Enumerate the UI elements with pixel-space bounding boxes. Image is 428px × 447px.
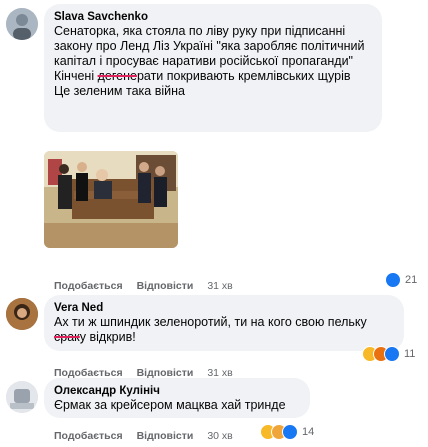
comment-author[interactable]: Олександр Кулініч	[54, 384, 300, 398]
censored-word: дегене	[97, 69, 137, 83]
reply-button[interactable]: Відповісти	[137, 280, 194, 292]
avatar[interactable]	[6, 381, 38, 413]
avatar-photo	[6, 381, 38, 413]
reaction-count: 14	[302, 426, 315, 438]
censored-word: срак	[54, 330, 80, 344]
oval-office-photo	[44, 151, 178, 248]
reactions[interactable]: 14	[260, 424, 314, 440]
avatar[interactable]	[6, 298, 38, 330]
comment-time[interactable]: 30 хв	[207, 430, 232, 442]
comment-actions: Подобається Відповісти 31 хв	[54, 280, 233, 292]
like-button[interactable]: Подобається	[54, 430, 123, 442]
reactions[interactable]: 11	[362, 346, 415, 362]
reply-button[interactable]: Відповісти	[137, 430, 194, 442]
reactions[interactable]: 21	[385, 272, 417, 288]
like-button[interactable]: Подобається	[54, 280, 123, 292]
comment-bubble: Олександр Кулініч Єрмак за крейсером мац…	[44, 378, 310, 418]
comment-actions: Подобається Відповісти 30 хв	[54, 430, 233, 442]
avatar[interactable]	[6, 8, 38, 40]
comment-bubble: Slava Savchenko Сенаторка, яка стояла по…	[44, 4, 382, 132]
avatar-photo	[6, 298, 38, 330]
comment-text: Ах ти ж шпиндик зеленоротий, ти на кого …	[54, 315, 367, 344]
comment-time[interactable]: 31 хв	[207, 280, 232, 292]
like-reaction-icon	[385, 272, 401, 288]
comment-author[interactable]: Slava Savchenko	[54, 10, 372, 24]
attached-photo[interactable]	[44, 151, 178, 248]
avatar-photo	[6, 8, 38, 40]
comment-bubble: Vera Ned Ах ти ж шпиндик зеленоротий, ти…	[44, 295, 404, 351]
comment-text: Сенаторка, яка стояла по ліву руку при п…	[54, 24, 365, 98]
reaction-count: 11	[404, 348, 416, 360]
comment-author[interactable]: Vera Ned	[54, 301, 394, 315]
reaction-count: 21	[405, 274, 418, 286]
like-reaction-icon	[282, 424, 298, 440]
comment-text: Єрмак за крейсером мацква хай тринде	[54, 398, 286, 412]
like-reaction-icon	[384, 346, 400, 362]
